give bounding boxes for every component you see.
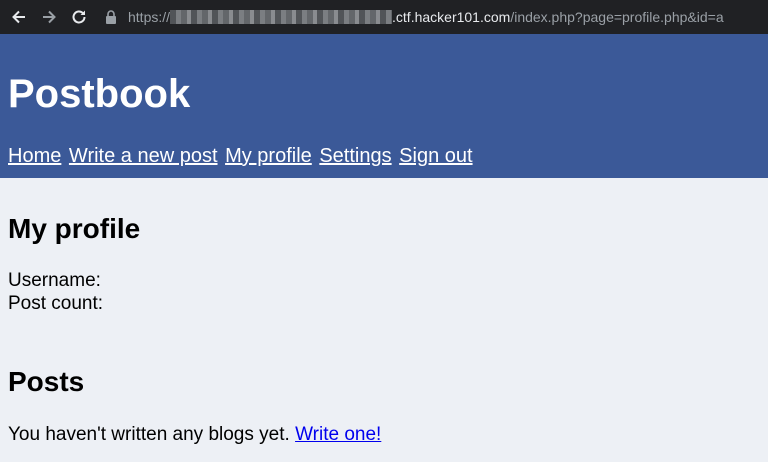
username-label: Username: (8, 270, 101, 291)
profile-heading: My profile (8, 213, 141, 244)
nav-write-post-link[interactable]: Write a new post (69, 145, 218, 167)
url-text: https:// .ctf.hacker101.com/index.php?pag… (128, 9, 724, 25)
nav-my-profile-link[interactable]: My profile (225, 145, 312, 167)
arrow-left-icon (12, 10, 25, 24)
main-nav: Home Write a new post My profile Setting… (8, 144, 475, 168)
empty-text: You haven't written any blogs yet. (8, 424, 290, 445)
reload-icon (72, 10, 86, 24)
posts-empty-message: You haven't written any blogs yet. Write… (8, 424, 381, 446)
address-bar[interactable]: https:// .ctf.hacker101.com/index.php?pag… (104, 3, 724, 31)
redacted-hostname (170, 10, 393, 24)
nav-sign-out-link[interactable]: Sign out (399, 145, 472, 167)
reload-button[interactable] (68, 6, 90, 28)
lock-icon (106, 10, 116, 24)
site-title: Postbook (8, 72, 191, 116)
nav-settings-link[interactable]: Settings (319, 145, 391, 167)
browser-toolbar: https:// .ctf.hacker101.com/index.php?pag… (0, 0, 768, 34)
write-one-link[interactable]: Write one! (295, 424, 381, 445)
nav-home-link[interactable]: Home (8, 145, 61, 167)
url-scheme: https:// (128, 9, 171, 25)
site-header: Postbook Home Write a new post My profil… (0, 34, 768, 178)
arrow-right-icon (43, 10, 56, 24)
back-button[interactable] (8, 6, 30, 28)
posts-heading: Posts (8, 366, 85, 397)
url-host: .ctf.hacker101.com (392, 9, 511, 25)
url-path: /index.php?page=profile.php&id=a (510, 9, 724, 25)
forward-button[interactable] (38, 6, 60, 28)
post-count-label: Post count: (8, 293, 104, 314)
